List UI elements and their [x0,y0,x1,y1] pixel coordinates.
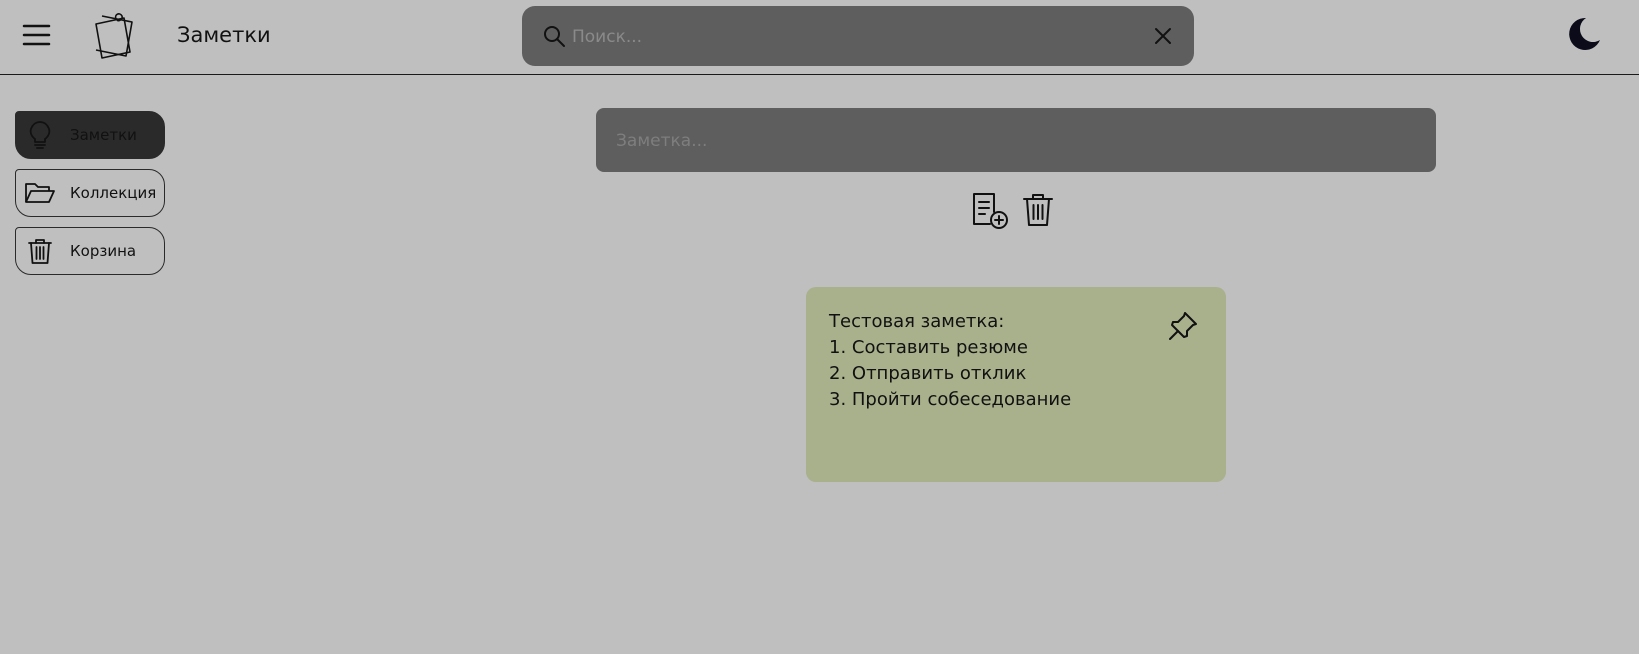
sidebar-item-label: Корзина [70,242,137,260]
search-icon [542,24,566,48]
note-card[interactable]: Тестовая заметка: 1. Составить резюме 2.… [806,287,1226,482]
note-input-box [596,108,1436,172]
moon-icon[interactable] [1562,14,1602,54]
note-line: 1. Составить резюме [829,337,1028,358]
sidebar-item-trash[interactable]: Корзина [15,227,165,275]
note-line: 3. Пройти собеседование [829,389,1072,410]
sidebar-item-label: Коллекция [70,184,157,202]
note-line: 2. Отправить отклик [829,363,1027,384]
sidebar-item-label: Заметки [70,126,137,144]
search-input[interactable] [570,16,1134,58]
delete-note-icon[interactable] [1018,190,1058,230]
note-line: Тестовая заметка: [829,311,1005,332]
note-content: Тестовая заметка: 1. Составить резюме 2.… [829,309,1071,413]
trash-icon [24,235,56,267]
close-icon[interactable] [1150,23,1176,49]
lightbulb-icon [24,119,56,151]
hamburger-menu-icon[interactable] [22,20,52,50]
pin-icon[interactable] [1166,309,1200,343]
sidebar-item-notes[interactable]: Заметки [15,111,165,159]
app-title: Заметки [177,23,271,47]
search-bar [522,6,1194,66]
folder-open-icon [24,177,56,209]
sticky-notes-logo-icon [90,10,142,62]
top-bar: Заметки [0,0,1639,75]
note-input[interactable] [614,120,1418,162]
add-note-icon[interactable] [970,190,1010,230]
sidebar-item-collection[interactable]: Коллекция [15,169,165,217]
